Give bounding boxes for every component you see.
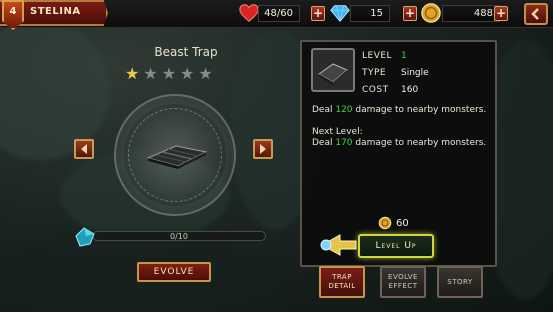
right-arrow-icon [260, 144, 266, 154]
evolve-button[interactable]: Evolve [137, 262, 211, 282]
player-name: STELINA [30, 6, 81, 17]
level-up-button[interactable]: Level Up [358, 234, 434, 258]
gold-coin-icon [378, 216, 392, 230]
type-value: Single [401, 68, 429, 78]
add-gems-button[interactable]: + [403, 6, 417, 21]
add-coins-button[interactable]: + [494, 6, 508, 21]
tab-line1: Evolve [388, 273, 418, 281]
gems-counter: 15 [350, 5, 390, 22]
star-filled-icon: ★ [125, 64, 140, 83]
star-empty-icon: ★ [143, 64, 158, 83]
next-damage: 170 [335, 138, 353, 148]
trap-thumbnail [311, 48, 355, 92]
trap-star-rating: ★ ★ ★ ★ ★ [125, 66, 213, 82]
evolve-progress-bar: 0/10 [92, 231, 266, 241]
add-hearts-button[interactable]: + [311, 6, 325, 21]
current-effect-text: Deal 120 damage to nearby monsters. [312, 104, 486, 116]
next-suffix: damage to nearby monsters. [352, 138, 487, 148]
tab-evolve-effect-label: Evolve Effect [388, 273, 418, 291]
desc-prefix: Deal [312, 105, 336, 115]
tab-trap-detail-label: Trap Detail [328, 273, 355, 291]
star-empty-icon: ★ [180, 64, 195, 83]
gems-value: 15 [370, 8, 383, 19]
previous-trap-button[interactable] [74, 139, 94, 159]
level-label: LEVEL [362, 51, 393, 61]
diamond-icon [330, 5, 350, 22]
back-button[interactable] [524, 3, 548, 25]
tab-story-label: Story [447, 278, 472, 287]
level-up-label: Level Up [375, 241, 417, 251]
trap-title: Beast Trap [154, 45, 218, 59]
upgrade-cost: 60 [378, 216, 409, 230]
current-damage: 120 [335, 105, 353, 115]
next-effect-text: Deal 170 damage to nearby monsters. [312, 137, 486, 149]
star-empty-icon: ★ [161, 64, 177, 83]
next-prefix: Deal [312, 138, 336, 148]
desc-suffix: damage to nearby monsters. [352, 105, 487, 115]
next-trap-button[interactable] [253, 139, 273, 159]
hearts-value: 48/60 [264, 8, 293, 19]
type-label: TYPE [362, 68, 387, 78]
hearts-counter: 48/60 [258, 5, 300, 22]
back-arrow-icon [531, 8, 539, 20]
tab-line1: Trap [332, 273, 352, 281]
evolve-crystal-icon [75, 227, 95, 247]
evolve-progress-text: 0/10 [170, 232, 188, 241]
coins-counter: 488 [442, 5, 500, 22]
tab-line1: Story [447, 277, 473, 286]
beast-trap-thumbnail-icon [318, 63, 348, 85]
gold-coin-icon [421, 3, 441, 23]
tutorial-pointer-arrow-icon [320, 234, 357, 256]
coins-value: 488 [473, 8, 493, 19]
left-arrow-icon [81, 144, 87, 154]
tab-line2: Detail [328, 282, 356, 290]
upgrade-cost-value: 60 [396, 217, 409, 229]
tab-evolve-effect[interactable]: Evolve Effect [380, 266, 426, 298]
heart-icon [239, 4, 259, 22]
star-empty-icon: ★ [198, 64, 213, 83]
evolve-button-label: Evolve [153, 267, 195, 277]
tab-line2: Effect [388, 282, 418, 290]
cost-label: COST [362, 85, 389, 95]
tab-story[interactable]: Story [437, 266, 483, 298]
player-level: 4 [9, 6, 17, 17]
tab-trap-detail[interactable]: Trap Detail [319, 266, 365, 298]
cost-value: 160 [401, 85, 419, 95]
level-value: 1 [401, 51, 407, 61]
beast-trap-image [146, 145, 208, 169]
